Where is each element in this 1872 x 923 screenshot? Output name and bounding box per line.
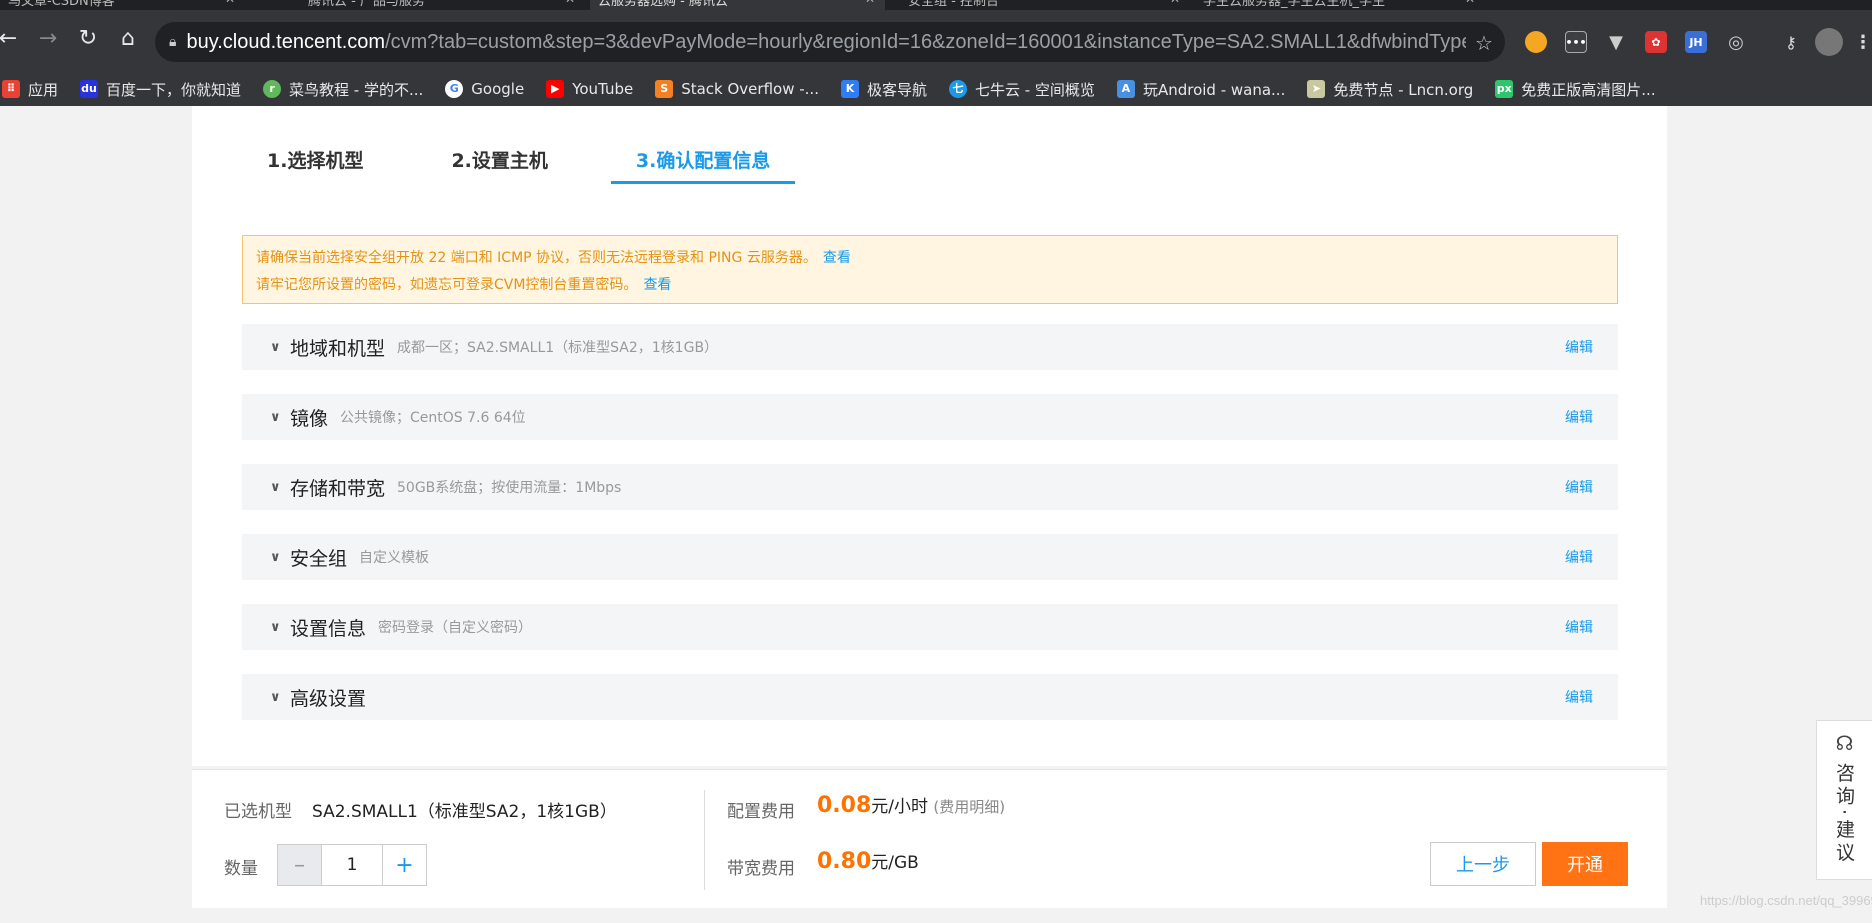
edit-link[interactable]: 编辑: [1565, 547, 1593, 567]
browser-tab[interactable]: 学生云服务器_学生云主机_学生✕: [1195, 0, 1485, 10]
close-tab-icon[interactable]: ✕: [225, 0, 235, 6]
headset-icon: ☊: [1835, 731, 1854, 755]
consult-widget[interactable]: ☊ 咨询·建议: [1816, 720, 1872, 880]
close-tab-icon[interactable]: ✕: [565, 0, 575, 6]
browser-tab-strip: 马文章-CSDN博客✕ 腾讯云 - 产品与服务✕ 云服务器选购 - 腾讯云✕ 安…: [0, 0, 1872, 10]
extension-vue-icon[interactable]: ▼: [1605, 31, 1627, 53]
bookmark-item[interactable]: px 免费正版高清图片...: [1495, 79, 1656, 100]
bookmark-item[interactable]: r 菜鸟教程 - 学的不...: [263, 79, 423, 100]
lock-icon: 🔒︎: [169, 34, 177, 50]
close-tab-icon[interactable]: ✕: [1465, 0, 1475, 6]
selected-model-label: 已选机型: [224, 802, 292, 822]
config-fee-label: 配置费用: [727, 802, 795, 822]
step-tabs: 1.选择机型 2.设置主机 3.确认配置信息: [267, 146, 883, 184]
reload-icon[interactable]: ↻: [74, 24, 102, 52]
extension-jh-icon[interactable]: JH: [1685, 31, 1707, 53]
fee-detail-link[interactable]: (费用明细): [933, 798, 1005, 816]
config-fee: 0.08元/小时 (费用明细): [817, 793, 1006, 818]
bookmark-item[interactable]: S Stack Overflow -...: [655, 80, 819, 98]
qiniu-icon: 七: [948, 80, 967, 98]
browser-tab-active[interactable]: 云服务器选购 - 腾讯云✕: [590, 0, 885, 10]
extension-chroma-icon[interactable]: [1525, 31, 1547, 53]
profile-avatar[interactable]: [1815, 28, 1843, 56]
chevron-down-icon[interactable]: ∨: [270, 620, 282, 635]
extension-dots-icon[interactable]: •••: [1565, 31, 1587, 53]
section-storage[interactable]: ∨ 存储和带宽 50GB系统盘；按使用流量：1Mbps 编辑: [242, 464, 1618, 510]
section-settings[interactable]: ∨ 设置信息 密码登录（自定义密码） 编辑: [242, 604, 1618, 650]
address-bar[interactable]: 🔒︎ buy.cloud.tencent.com/cvm?tab=custom&…: [155, 22, 1505, 62]
bookmark-apps[interactable]: ⠿ 应用: [2, 79, 58, 100]
bookmark-item[interactable]: ➤ 免费节点 - Lncn.org: [1307, 79, 1473, 100]
section-advanced[interactable]: ∨ 高级设置 编辑: [242, 674, 1618, 720]
back-icon[interactable]: ←: [0, 24, 22, 52]
home-icon[interactable]: ⌂: [114, 24, 142, 52]
jike-icon: K: [840, 80, 859, 98]
chevron-down-icon[interactable]: ∨: [270, 480, 282, 495]
section-security-group[interactable]: ∨ 安全组 自定义模板 编辑: [242, 534, 1618, 580]
chevron-down-icon[interactable]: ∨: [270, 340, 282, 355]
runoob-icon: r: [263, 80, 282, 98]
open-instance-button[interactable]: 开通: [1542, 842, 1628, 886]
bookmark-item[interactable]: A 玩Android - wana...: [1116, 79, 1285, 100]
step-tab-3[interactable]: 3.确认配置信息: [610, 146, 796, 184]
step-tab-2[interactable]: 2.设置主机: [451, 146, 547, 184]
divider: [704, 790, 705, 890]
prev-step-button[interactable]: 上一步: [1430, 842, 1536, 886]
edit-link[interactable]: 编辑: [1565, 687, 1593, 707]
plane-icon: ➤: [1307, 80, 1326, 98]
chevron-down-icon[interactable]: ∨: [270, 410, 282, 425]
close-tab-icon[interactable]: ✕: [865, 0, 875, 6]
notice-link-password[interactable]: 查看: [643, 277, 671, 293]
step-tab-1[interactable]: 1.选择机型: [267, 146, 363, 184]
android-icon: A: [1116, 80, 1135, 98]
edit-link[interactable]: 编辑: [1565, 477, 1593, 497]
bookmark-item[interactable]: ▶ YouTube: [546, 80, 633, 98]
browser-tab[interactable]: 马文章-CSDN博客✕: [0, 0, 245, 10]
youtube-icon: ▶: [546, 80, 565, 98]
browser-tab[interactable]: 腾讯云 - 产品与服务✕: [300, 0, 585, 10]
order-footer: 已选机型 SA2.SMALL1（标准型SA2，1核1GB） 数量 – 1 + 配…: [192, 769, 1667, 908]
warning-notice: 请确保当前选择安全组开放 22 端口和 ICMP 协议，否则无法远程登录和 PI…: [242, 235, 1618, 304]
purchase-page: 1.选择机型 2.设置主机 3.确认配置信息 请确保当前选择安全组开放 22 端…: [192, 106, 1667, 766]
stackoverflow-icon: S: [655, 80, 674, 98]
google-icon: G: [445, 80, 464, 98]
chevron-down-icon[interactable]: ∨: [270, 690, 282, 705]
quantity-input[interactable]: 1: [322, 845, 382, 885]
bookmark-star-icon[interactable]: ☆: [1475, 31, 1493, 55]
forward-icon[interactable]: →: [34, 24, 62, 52]
pixabay-icon: px: [1495, 80, 1514, 98]
baidu-icon: du: [80, 80, 99, 98]
section-image[interactable]: ∨ 镜像 公共镜像；CentOS 7.6 64位 编辑: [242, 394, 1618, 440]
selected-model-value: SA2.SMALL1（标准型SA2，1核1GB）: [312, 802, 617, 822]
edit-link[interactable]: 编辑: [1565, 617, 1593, 637]
section-region[interactable]: ∨ 地域和机型 成都一区；SA2.SMALL1（标准型SA2，1核1GB） 编辑: [242, 324, 1618, 370]
bookmark-item[interactable]: G Google: [445, 80, 524, 98]
key-icon[interactable]: ⚷: [1780, 31, 1802, 53]
bookmark-item[interactable]: 七七牛云 - 空间概览: [948, 79, 1095, 100]
edit-link[interactable]: 编辑: [1565, 407, 1593, 427]
bandwidth-fee-label: 带宽费用: [727, 859, 795, 879]
browser-tab[interactable]: 安全组 - 控制台✕: [900, 0, 1190, 10]
extension-target-icon[interactable]: ◎: [1725, 31, 1747, 53]
notice-link-security[interactable]: 查看: [823, 250, 851, 266]
bookmark-item[interactable]: K 极客导航: [840, 79, 927, 100]
apps-grid-icon: ⠿: [2, 80, 20, 98]
extension-gear-icon[interactable]: ✿: [1645, 31, 1667, 53]
browser-toolbar: ← → ↻ ⌂ 🔒︎ buy.cloud.tencent.com/cvm?tab…: [0, 10, 1872, 72]
watermark: https://blog.csdn.net/qq_39969226: [1700, 893, 1872, 908]
bookmarks-bar: ⠿ 应用 du 百度一下，你就知道 r 菜鸟教程 - 学的不... G Google ▶…: [0, 72, 1872, 106]
quantity-label: 数量: [224, 859, 258, 879]
increment-button[interactable]: +: [382, 845, 426, 885]
bookmark-item[interactable]: du 百度一下，你就知道: [80, 79, 241, 100]
bandwidth-fee: 0.80元/GB: [817, 849, 919, 874]
decrement-button[interactable]: –: [278, 845, 322, 885]
quantity-stepper: – 1 +: [277, 844, 427, 886]
menu-icon[interactable]: ⋮: [1852, 31, 1872, 53]
edit-link[interactable]: 编辑: [1565, 337, 1593, 357]
chevron-down-icon[interactable]: ∨: [270, 550, 282, 565]
close-tab-icon[interactable]: ✕: [1170, 0, 1180, 6]
url-text[interactable]: buy.cloud.tencent.com/cvm?tab=custom&ste…: [186, 31, 1466, 54]
